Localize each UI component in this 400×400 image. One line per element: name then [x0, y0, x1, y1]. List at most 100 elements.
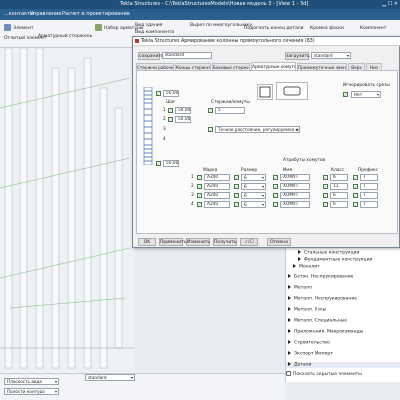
tree-item[interactable]: Стальные конструкции [286, 250, 400, 256]
class-input[interactable]: 6 [330, 174, 348, 181]
prefix-checkbox[interactable]: ✓ [353, 202, 358, 207]
apply-button[interactable]: Применить [159, 238, 186, 246]
tree-item[interactable]: Металл. Неспрукирование [286, 296, 400, 302]
name-input[interactable]: ХОМУТ [280, 174, 310, 181]
class-input[interactable]: 6 [330, 201, 348, 208]
ribbon-cast-element[interactable]: Отлитый элемент [4, 36, 46, 41]
prefix-checkbox[interactable]: ✓ [353, 175, 358, 180]
tree-item[interactable]: Металл. Специальные [286, 318, 400, 324]
tree-item[interactable]: Монолит [286, 264, 400, 270]
ribbon-polygon-cut[interactable]: Вырез по многоугольнику [190, 23, 252, 28]
load-button[interactable]: загрузить [285, 52, 310, 60]
ribbon-chamfer[interactable]: Кромка фаски [310, 26, 344, 31]
size-checkbox[interactable]: ✓ [234, 193, 239, 198]
mark-input[interactable]: A240 [204, 174, 230, 181]
tree-item[interactable]: Детали [286, 362, 400, 368]
size-checkbox[interactable]: ✓ [234, 175, 239, 180]
modify-button[interactable]: Изменить [186, 238, 210, 246]
ribbon-building-view[interactable]: Вид здания [135, 23, 162, 28]
prefix-checkbox[interactable]: ✓ [353, 184, 358, 189]
ignore-cuts-select[interactable]: Нет [351, 91, 381, 98]
value-checkbox-1[interactable]: ✓ [156, 91, 161, 96]
tree-show-hidden[interactable]: Показать скрытые элементы [286, 371, 400, 377]
model-view-canvas[interactable] [0, 48, 135, 373]
window-controls[interactable]: ▁ ☐ ✕ [382, 0, 398, 9]
tree-item[interactable]: Металл [286, 285, 400, 291]
class-checkbox[interactable]: ✓ [323, 175, 328, 180]
name-input[interactable]: ХОМУТ [280, 192, 310, 199]
name-input[interactable]: ХОМУТ [280, 201, 310, 208]
name-checkbox[interactable]: ✓ [273, 184, 278, 189]
size-checkbox[interactable]: ✓ [234, 202, 239, 207]
class-input[interactable]: 11 [330, 183, 348, 190]
spacing-option-select[interactable]: Точное расстояние, регулируемое на к... [215, 126, 300, 133]
zone-step-input-2[interactable]: 50.00 [175, 116, 191, 123]
tab-bottom[interactable]: Низ [366, 63, 382, 70]
class-checkbox[interactable]: ✓ [323, 202, 328, 207]
value-checkbox-bottom[interactable]: ✓ [156, 161, 161, 166]
contour-select[interactable]: Полости контура [4, 388, 59, 395]
prefix-input[interactable]: Т [360, 192, 378, 199]
view-plane-select[interactable]: Плоскость вида [4, 378, 59, 385]
toggle-button[interactable]: ✓/☐ [240, 238, 258, 246]
tab-main-bars[interactable]: Стержни рабочие [136, 63, 174, 70]
offset-top-input[interactable]: 50.00 [163, 90, 179, 97]
zone-checkbox-2[interactable]: ✓ [168, 117, 173, 122]
menu-analysis[interactable]: Расчет и проектирование [62, 11, 130, 17]
tree-item[interactable]: Бетон. Неспрукирование [286, 274, 400, 280]
tree-item[interactable]: Фундаментные конструкции [286, 257, 400, 263]
prefix-input[interactable]: Т [360, 174, 378, 181]
size-select[interactable]: 6 [241, 192, 266, 199]
tab-top[interactable]: Верх [348, 63, 365, 70]
mark-input[interactable]: A240 [204, 183, 230, 190]
name-checkbox[interactable]: ✓ [273, 202, 278, 207]
mark-checkbox[interactable]: ✓ [197, 184, 202, 189]
size-select[interactable]: 6 [241, 183, 266, 190]
name-input[interactable]: ХОМУТ [280, 183, 310, 190]
stirrup-shape-preview-2[interactable] [276, 82, 308, 100]
mark-input[interactable]: A240 [204, 192, 230, 199]
mark-checkbox[interactable]: ✓ [197, 202, 202, 207]
ribbon-element[interactable]: Элемент [4, 24, 34, 31]
tab-stirrups[interactable]: Арматурные хомуты [251, 62, 296, 70]
tree-item[interactable]: Металл. Узлы [286, 307, 400, 313]
name-checkbox[interactable]: ✓ [273, 193, 278, 198]
mark-checkbox[interactable]: ✓ [197, 193, 202, 198]
count-checkbox[interactable]: ✓ [208, 108, 213, 113]
ignore-cuts-checkbox[interactable]: ✓ [343, 92, 348, 97]
size-select[interactable]: 6 [241, 201, 266, 208]
size-checkbox[interactable]: ✓ [234, 184, 239, 189]
zone-checkbox-1[interactable]: ✓ [168, 108, 173, 113]
tab-side-bars[interactable]: Боковые стержни [212, 63, 250, 70]
tree-item[interactable]: Экспорт Импорт [286, 351, 400, 357]
prefix-checkbox[interactable]: ✓ [353, 193, 358, 198]
mark-input[interactable]: A240 [204, 201, 230, 208]
status-standard-select[interactable]: standard [85, 374, 135, 381]
save-button[interactable]: сохранить [138, 52, 164, 60]
class-checkbox[interactable]: ✓ [323, 184, 328, 189]
class-input[interactable]: 6 [330, 192, 348, 199]
offset-bottom-input[interactable]: 50.00 [163, 160, 179, 167]
tab-intermediate[interactable]: Промежуточные звенья [297, 63, 347, 70]
prefix-input[interactable]: Т [360, 201, 378, 208]
mark-checkbox[interactable]: ✓ [197, 175, 202, 180]
class-checkbox[interactable]: ✓ [323, 193, 328, 198]
ribbon-component[interactable]: Компонент [360, 26, 386, 31]
tree-item[interactable]: Приложения. Макрокоманды [286, 329, 400, 335]
size-select[interactable]: 6 [241, 174, 266, 181]
tree-item[interactable]: Строительство [286, 340, 400, 346]
ribbon-fit-end[interactable]: Подогнать конец детали [244, 26, 304, 31]
option-checkbox[interactable]: ✓ [208, 127, 213, 132]
menu-manage[interactable]: Управление [30, 11, 61, 17]
count-input[interactable]: 5 [215, 107, 245, 114]
tab-bar-ends[interactable]: Концы стержня [175, 63, 211, 70]
save-input[interactable]: standard [162, 52, 212, 59]
stirrup-shape-preview-1[interactable] [257, 84, 273, 100]
zone-step-input-1[interactable]: 50.00 [175, 107, 191, 114]
prefix-input[interactable]: Т [360, 183, 378, 190]
name-checkbox[interactable]: ✓ [273, 175, 278, 180]
checkbox-icon[interactable] [286, 371, 291, 376]
ribbon-component-view[interactable]: Вид компонента [135, 30, 174, 35]
get-button[interactable]: Получить [213, 238, 237, 246]
ok-button[interactable]: OK [138, 238, 156, 246]
